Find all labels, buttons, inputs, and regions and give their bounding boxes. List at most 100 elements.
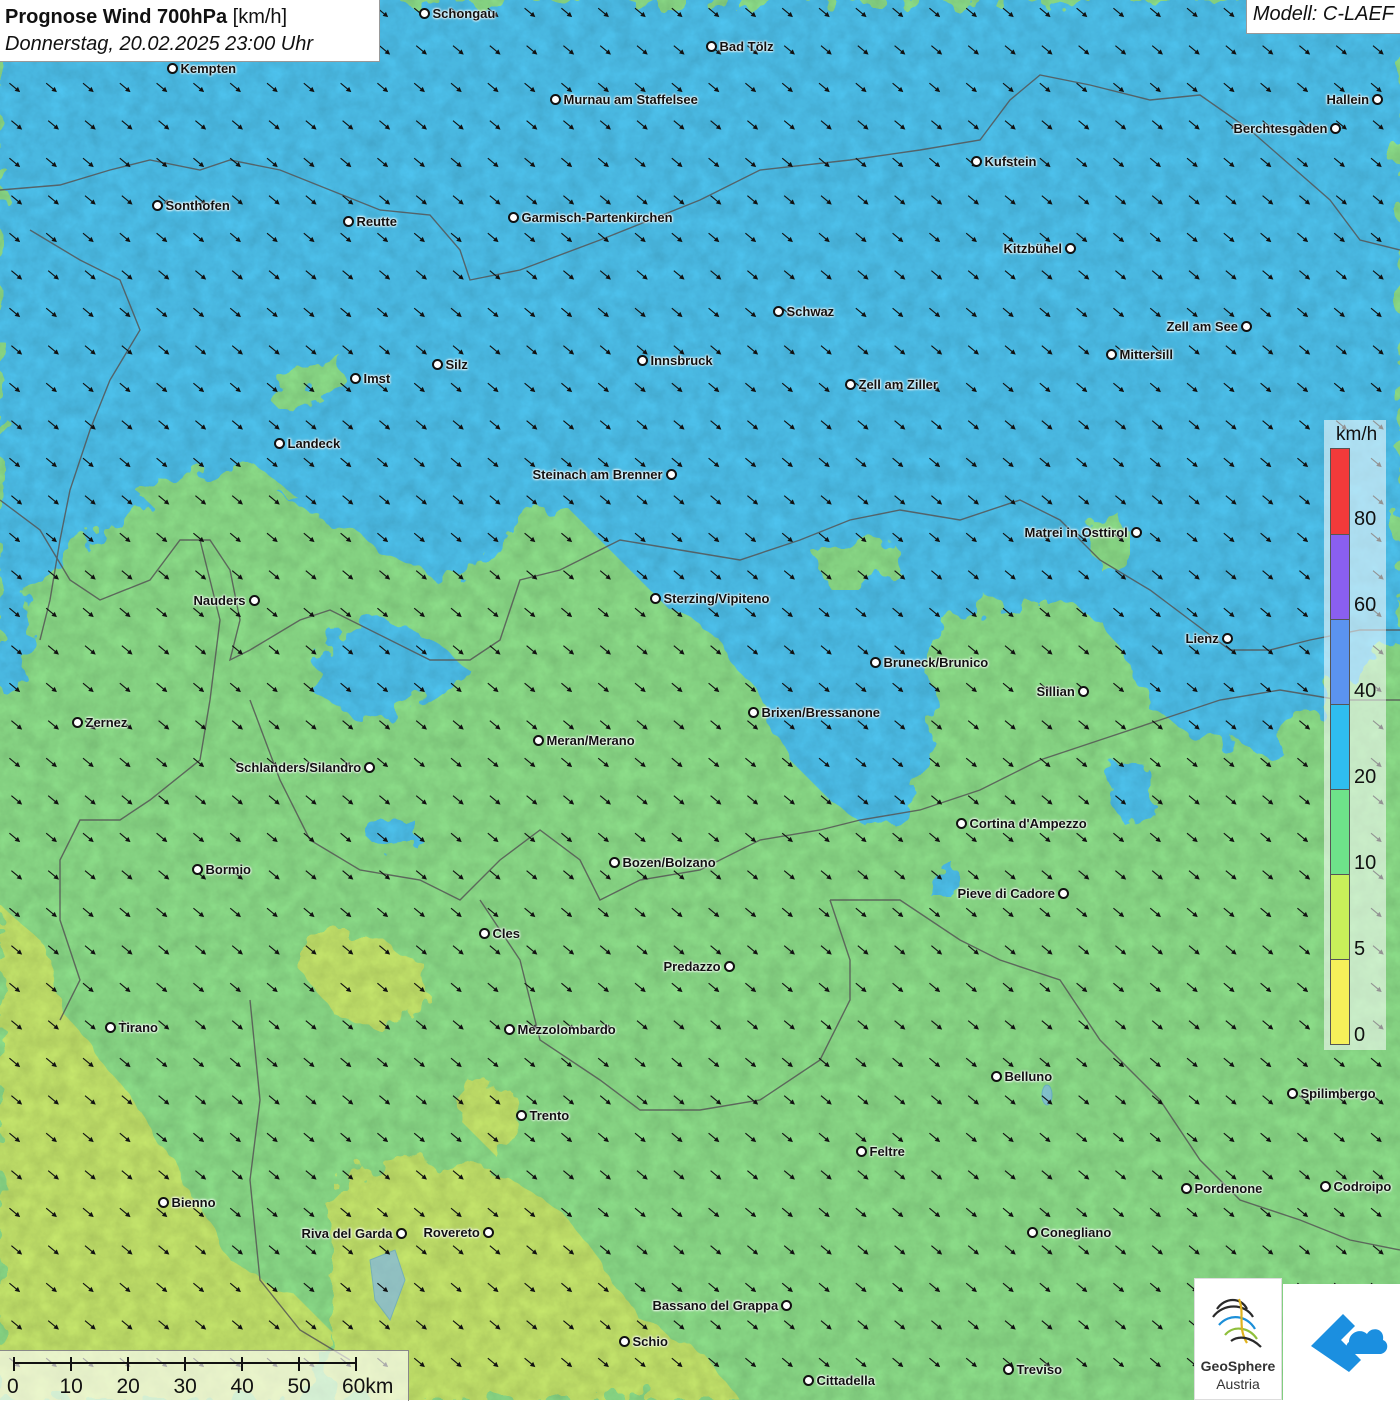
city-marker-icon: [869, 656, 881, 668]
city-name: Treviso: [1016, 1361, 1063, 1377]
city-label: Bassano del Grappa: [653, 1298, 793, 1313]
scale-label: 0: [7, 1375, 19, 1398]
legend-colorbar: [1330, 448, 1350, 1045]
city-marker-icon: [349, 372, 361, 384]
city-name: Lienz: [1185, 630, 1219, 646]
city-label: Belluno: [990, 1068, 1053, 1084]
city-name: Matrei in Osttirol: [1024, 524, 1128, 540]
geosphere-logo[interactable]: GeoSphere Austria: [1194, 1278, 1282, 1400]
city-name: Steinach am Brenner: [532, 466, 663, 482]
legend-color-segment: [1331, 874, 1349, 959]
city-name: Imst: [363, 370, 391, 386]
city-name: Belluno: [1004, 1068, 1053, 1084]
city-name: Hallein: [1326, 91, 1370, 107]
city-label: Codroipo: [1319, 1178, 1392, 1194]
city-label: Meran/Merano: [532, 732, 635, 748]
city-name: Kempten: [180, 60, 237, 76]
city-label: Imst: [349, 370, 391, 386]
city-name: Meran/Merano: [546, 732, 635, 748]
app-arrow-cloud-icon: [1311, 1314, 1388, 1372]
city-name: Garmisch-Partenkirchen: [521, 209, 673, 225]
city-label: Berchtesgaden: [1234, 121, 1342, 136]
city-marker-icon: [781, 1299, 793, 1311]
city-label: Kempten: [166, 60, 237, 76]
city-label: Rovereto: [424, 1225, 494, 1240]
city-label: Sonthofen: [151, 198, 230, 213]
city-name: Bruneck/Brunico: [883, 654, 989, 670]
legend-unit: km/h: [1336, 424, 1378, 445]
city-label: Murnau am Staffelsee: [549, 92, 698, 107]
city-label: Cittadella: [802, 1372, 876, 1388]
city-marker-icon: [166, 62, 178, 74]
city-name: Tirano: [118, 1019, 159, 1035]
city-name: Cittadella: [816, 1372, 876, 1388]
city-marker-icon: [608, 856, 620, 868]
title-box: Prognose Wind 700hPa [km/h] Donnerstag, …: [0, 0, 380, 62]
city-label: Matrei in Osttirol: [1025, 525, 1142, 540]
city-name: Bad Tölz: [719, 38, 774, 54]
city-marker-icon: [248, 594, 260, 606]
city-name: Zernez: [85, 714, 128, 730]
city-marker-icon: [1241, 320, 1253, 332]
city-marker-icon: [1330, 122, 1342, 134]
city-name: Cortina d'Ampezzo: [969, 815, 1087, 831]
title-unit: [km/h]: [232, 6, 288, 28]
scale-label: 30: [173, 1375, 197, 1398]
scale-label: 10: [59, 1375, 83, 1398]
city-label: Cortina d'Ampezzo: [955, 815, 1087, 831]
city-label: Nauders: [194, 593, 260, 608]
city-name: Predazzo: [663, 958, 721, 974]
city-label: Silz: [431, 357, 468, 372]
city-name: Riva del Garda: [301, 1225, 393, 1241]
scale-label: 40: [230, 1375, 254, 1398]
scale-label: 20: [116, 1375, 140, 1398]
city-name: Kitzbühel: [1003, 240, 1063, 256]
legend-label: 40: [1354, 680, 1377, 702]
city-marker-icon: [478, 927, 490, 939]
city-name: Cles: [492, 925, 520, 941]
city-marker-icon: [364, 761, 376, 773]
city-label: Sterzing/Vipiteno: [649, 591, 769, 606]
city-marker-icon: [1319, 1180, 1331, 1192]
city-label: Sillian: [1037, 684, 1089, 699]
city-name: Bienno: [171, 1194, 216, 1210]
city-marker-icon: [515, 1109, 527, 1121]
wind-forecast-map[interactable]: Schongau Bad Tölz Kempten Murnau am Staffel…: [0, 0, 1400, 1400]
city-label: Schlanders/Silandro: [236, 760, 376, 775]
city-name: Mittersill: [1119, 346, 1173, 362]
city-label: Innsbruck: [636, 353, 713, 368]
city-name: Berchtesgaden: [1233, 120, 1328, 136]
title-main: Prognose Wind 700hPa: [5, 6, 228, 28]
city-name: Pieve di Cadore: [957, 885, 1056, 901]
city-name: Zell am See: [1166, 318, 1239, 334]
legend-color-segment: [1331, 959, 1349, 1044]
legend-label: 5: [1354, 938, 1366, 960]
map-title: Prognose Wind 700hPa [km/h]: [5, 4, 379, 30]
city-name: Nauders: [193, 592, 246, 608]
city-label: Bormio: [191, 862, 251, 877]
city-label: Bienno: [157, 1194, 216, 1210]
forecast-datetime: Donnerstag, 20.02.2025 23:00 Uhr: [5, 33, 313, 55]
city-label: Conegliano: [1026, 1225, 1111, 1240]
city-label: Zell am See: [1167, 319, 1253, 334]
city-name: Landeck: [287, 435, 341, 451]
city-label: Trento: [515, 1108, 569, 1123]
city-marker-icon: [855, 1145, 867, 1157]
city-label: Schongau: [418, 5, 496, 21]
city-name: Schlanders/Silandro: [235, 759, 362, 775]
city-label: Reutte: [342, 214, 397, 229]
app-logo[interactable]: [1283, 1284, 1400, 1400]
city-marker-icon: [636, 354, 648, 366]
legend-color-segment: [1331, 619, 1349, 704]
city-marker-icon: [507, 211, 519, 223]
city-label: Garmisch-Partenkirchen: [507, 209, 673, 225]
city-name: Schongau: [432, 5, 496, 21]
city-name: Codroipo: [1333, 1178, 1392, 1194]
city-label: Cles: [478, 925, 520, 941]
city-label: Mittersill: [1105, 346, 1173, 362]
city-label: Schio: [618, 1334, 668, 1349]
city-name: Bassano del Grappa: [652, 1297, 779, 1313]
city-marker-icon: [1065, 242, 1076, 254]
city-marker-icon: [418, 7, 430, 19]
city-marker-icon: [157, 1196, 169, 1208]
